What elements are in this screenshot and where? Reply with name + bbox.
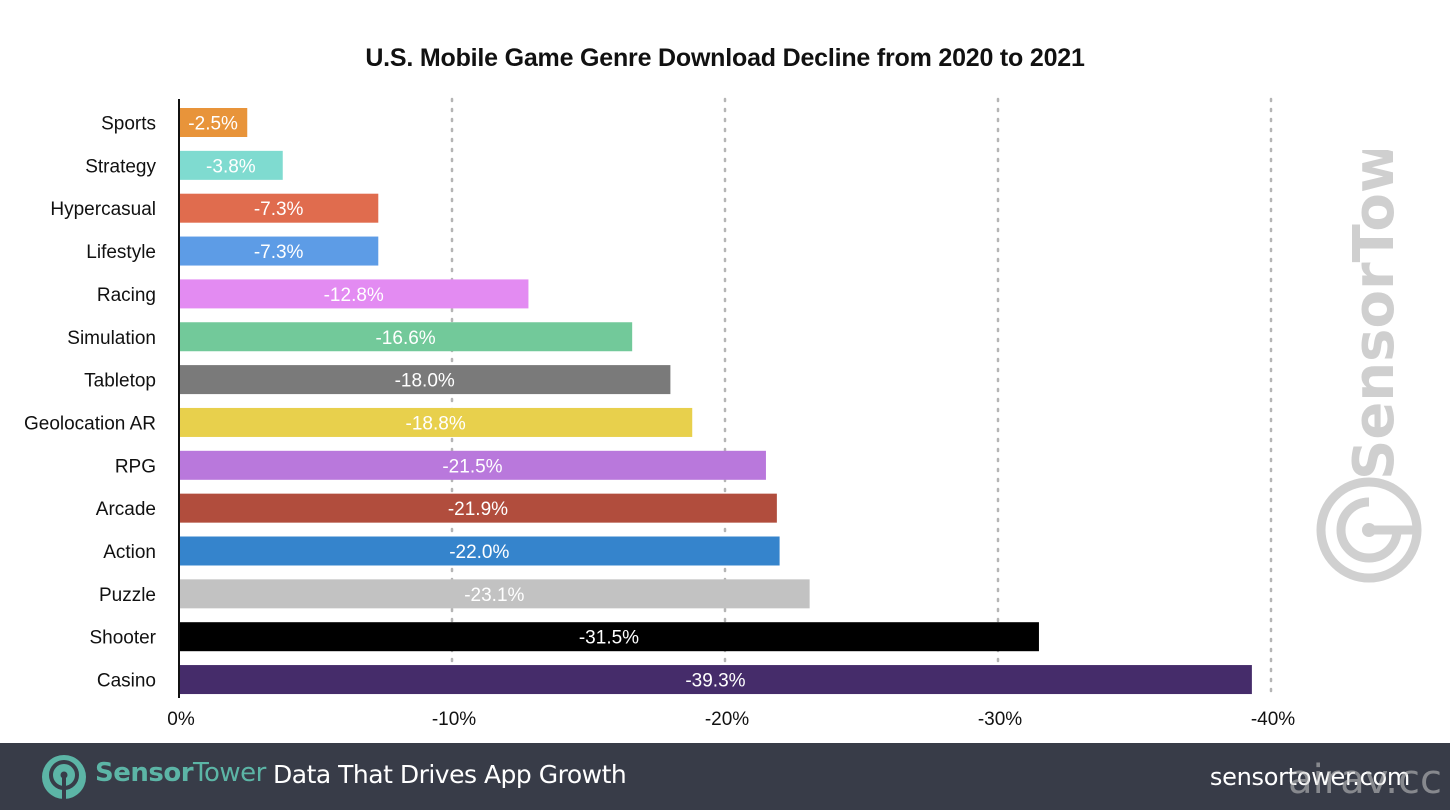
x-tick-label: -10% bbox=[432, 709, 476, 730]
value-label: -7.3% bbox=[254, 199, 304, 220]
x-tick-label: -20% bbox=[705, 709, 749, 730]
sensortower-logo-icon bbox=[1316, 477, 1422, 583]
x-axis-ticks: 0% -10% -20% -30% -40% bbox=[167, 709, 1295, 730]
category-label: Strategy bbox=[85, 156, 156, 177]
category-label: Action bbox=[103, 542, 156, 563]
x-tick-label: -40% bbox=[1251, 709, 1295, 730]
value-label: -12.8% bbox=[324, 285, 384, 306]
category-label: RPG bbox=[115, 456, 156, 477]
bars: Sports -2.5% Strategy -3.8% Hypercasual -7.3%… bbox=[24, 108, 1252, 695]
sensortower-watermark: SensorTower bbox=[1313, 75, 1433, 600]
brand-light: Tower bbox=[193, 758, 266, 788]
category-label: Simulation bbox=[67, 328, 156, 349]
category-label: Arcade bbox=[96, 499, 156, 520]
value-label: -16.6% bbox=[375, 328, 435, 349]
x-tick-label: 0% bbox=[167, 709, 195, 730]
value-label: -31.5% bbox=[579, 628, 639, 649]
category-label: Tabletop bbox=[84, 371, 156, 392]
category-label: Hypercasual bbox=[50, 199, 156, 220]
category-label: Shooter bbox=[89, 628, 156, 649]
category-label: Casino bbox=[97, 671, 156, 692]
sensortower-logo-icon bbox=[42, 755, 86, 799]
corner-watermark: airav.cc bbox=[1288, 757, 1442, 803]
value-label: -39.3% bbox=[685, 671, 745, 692]
bar-chart: Sports -2.5% Strategy -3.8% Hypercasual -7.3%… bbox=[24, 97, 1295, 730]
value-label: -21.9% bbox=[448, 499, 508, 520]
value-label: -18.8% bbox=[406, 413, 466, 434]
category-label: Puzzle bbox=[99, 585, 156, 606]
footer-tagline: Data That Drives App Growth bbox=[273, 760, 627, 789]
value-label: -7.3% bbox=[254, 242, 304, 263]
value-label: -22.0% bbox=[449, 542, 509, 563]
footer-brand: SensorTower bbox=[95, 758, 266, 788]
value-label: -2.5% bbox=[188, 114, 238, 135]
value-label: -23.1% bbox=[464, 585, 524, 606]
footer-banner: SensorTower Data That Drives App Growth … bbox=[0, 743, 1450, 810]
watermark-text: SensorTower bbox=[1342, 150, 1407, 480]
value-label: -21.5% bbox=[442, 456, 502, 477]
category-label: Geolocation AR bbox=[24, 413, 156, 434]
x-tick-label: -30% bbox=[978, 709, 1022, 730]
category-label: Lifestyle bbox=[86, 242, 156, 263]
brand-bold: Sensor bbox=[95, 758, 194, 788]
category-label: Sports bbox=[101, 114, 156, 135]
value-label: -18.0% bbox=[395, 371, 455, 392]
category-label: Racing bbox=[97, 285, 156, 306]
value-label: -3.8% bbox=[206, 156, 256, 177]
